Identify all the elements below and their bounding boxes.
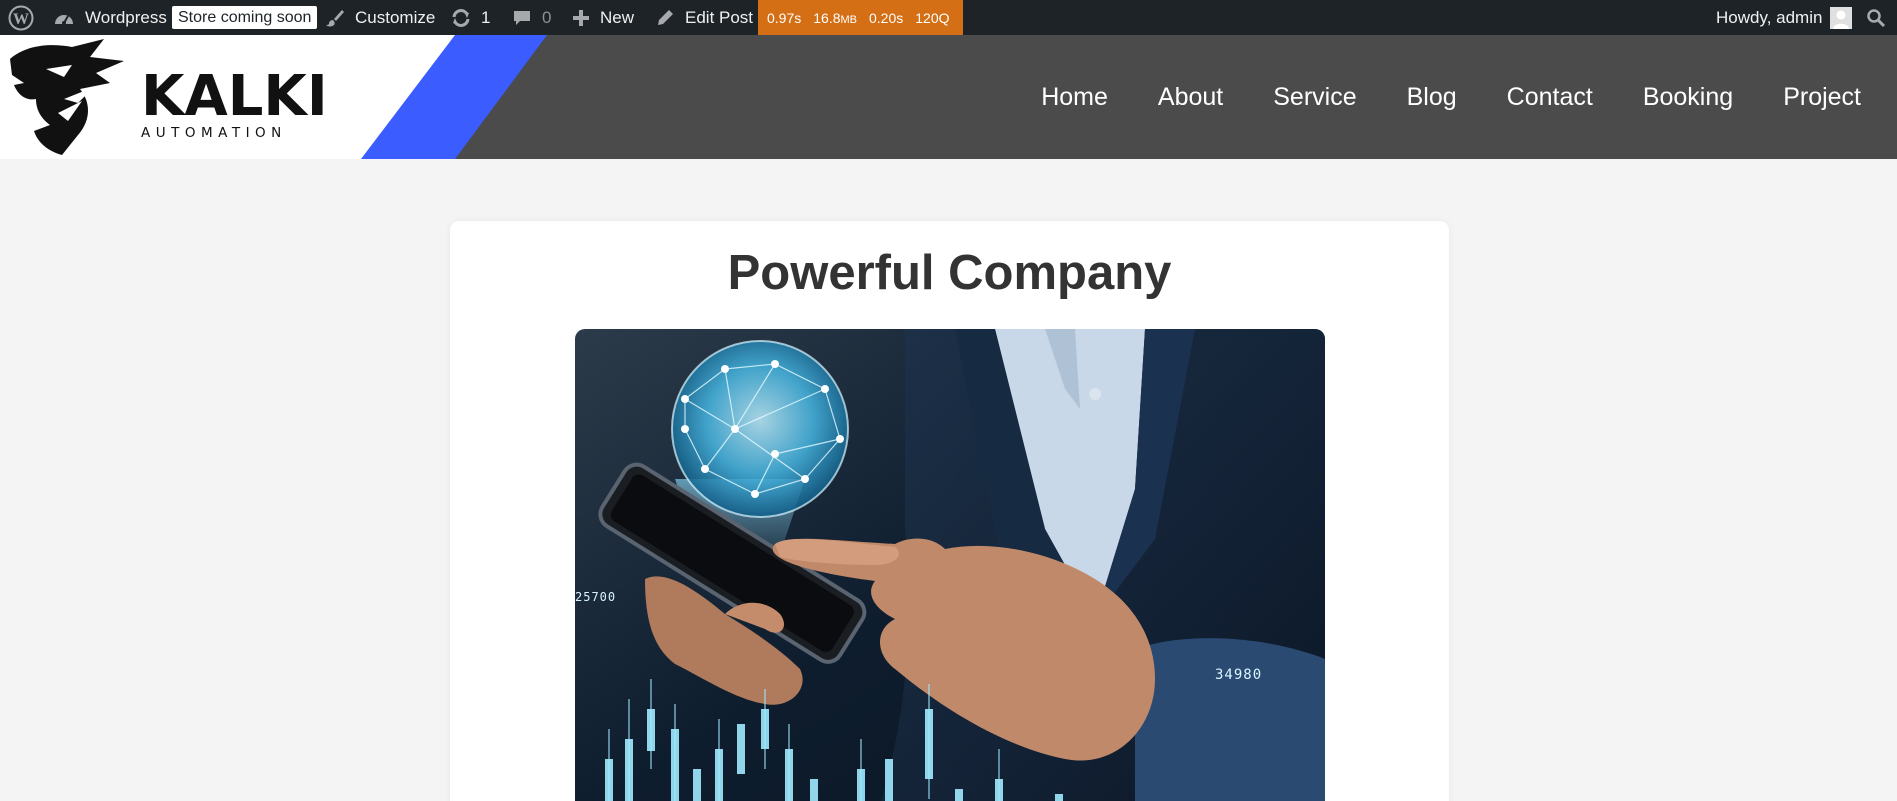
updates-icon <box>450 8 472 28</box>
plus-icon <box>572 9 590 27</box>
comments-link[interactable]: 0 <box>512 0 551 35</box>
howdy-label: Howdy, admin <box>1716 7 1823 27</box>
store-coming-soon-badge[interactable]: Store coming soon <box>172 0 318 35</box>
pencil-icon <box>656 8 675 27</box>
wordpress-logo-icon[interactable]: W <box>8 0 34 35</box>
customize-link[interactable]: Customize <box>325 0 435 35</box>
qm-memory-value: 16.8 <box>813 9 841 26</box>
nav-service[interactable]: Service <box>1273 83 1356 112</box>
edit-post-label: Edit Post <box>685 7 754 27</box>
avatar <box>1830 6 1853 29</box>
comments-count: 0 <box>542 7 552 27</box>
qm-queries: 120Q <box>915 9 950 26</box>
horse-head-logo-icon: KALKI AUTOMATION <box>10 39 328 155</box>
edit-post-link[interactable]: Edit Post <box>656 0 753 35</box>
nav-about[interactable]: About <box>1158 83 1223 112</box>
qm-memory-unit: MB <box>840 13 858 26</box>
updates-count: 1 <box>481 7 491 27</box>
search-icon[interactable] <box>1866 0 1886 35</box>
site-logo[interactable]: KALKI AUTOMATION <box>6 39 336 159</box>
customize-label: Customize <box>355 7 436 27</box>
account-menu[interactable]: Howdy, admin <box>1716 0 1853 35</box>
featured-image: 25700 34980 <box>575 329 1325 801</box>
qm-memory: 16.8MB <box>813 10 857 26</box>
query-monitor[interactable]: 0.97s 16.8MB 0.20s 120Q <box>758 0 963 35</box>
qm-time: 0.97s <box>767 9 802 26</box>
image-readout-right: 34980 <box>1215 667 1262 683</box>
qm-db-time: 0.20s <box>869 9 904 26</box>
svg-text:W: W <box>13 11 29 28</box>
logo-tagline: AUTOMATION <box>141 125 287 141</box>
dashboard-icon <box>53 9 75 27</box>
post-title: Powerful Company <box>727 246 1172 300</box>
post-card: Powerful Company 25700 34980 <box>450 221 1449 801</box>
admin-bar: W Wordpress Store coming soon Customize … <box>0 0 1897 35</box>
nav-project[interactable]: Project <box>1783 83 1861 112</box>
nav-booking[interactable]: Booking <box>1643 83 1733 112</box>
brush-icon <box>325 8 345 28</box>
image-readout-left: 25700 <box>575 590 616 604</box>
featured-image-illustration: 25700 34980 <box>575 329 1325 801</box>
new-content-link[interactable]: New <box>572 0 634 35</box>
main-navigation: Home About Service Blog Contact Booking … <box>1041 35 1861 159</box>
updates-link[interactable]: 1 <box>450 0 490 35</box>
comment-icon <box>512 8 532 28</box>
site-name: Wordpress <box>85 7 167 27</box>
nav-home[interactable]: Home <box>1041 83 1108 112</box>
nav-blog[interactable]: Blog <box>1407 83 1457 112</box>
store-badge-label: Store coming soon <box>172 6 318 29</box>
logo-wordmark: KALKI <box>141 64 328 129</box>
nav-contact[interactable]: Contact <box>1507 83 1593 112</box>
site-menu[interactable]: Wordpress <box>53 0 167 35</box>
site-header: KALKI AUTOMATION Home About Service Blog… <box>0 35 1897 159</box>
new-label: New <box>600 7 635 27</box>
